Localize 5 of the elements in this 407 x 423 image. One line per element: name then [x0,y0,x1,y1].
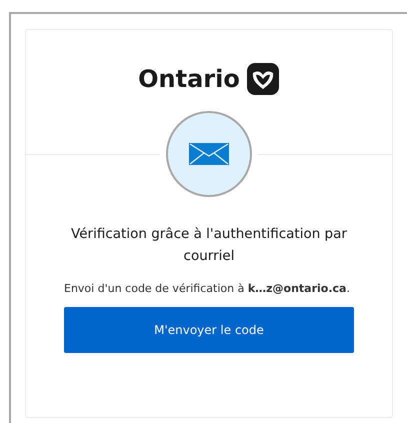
envelope-icon [189,143,229,165]
verification-message: Envoi d'un code de vérification à k…z@ontario.ca. [64,281,351,297]
send-code-button[interactable]: M'envoyer le code [64,307,354,353]
logo-text: Ontario [138,67,240,91]
verification-title: Vérification grâce à l'authentification par courriel [70,225,348,266]
